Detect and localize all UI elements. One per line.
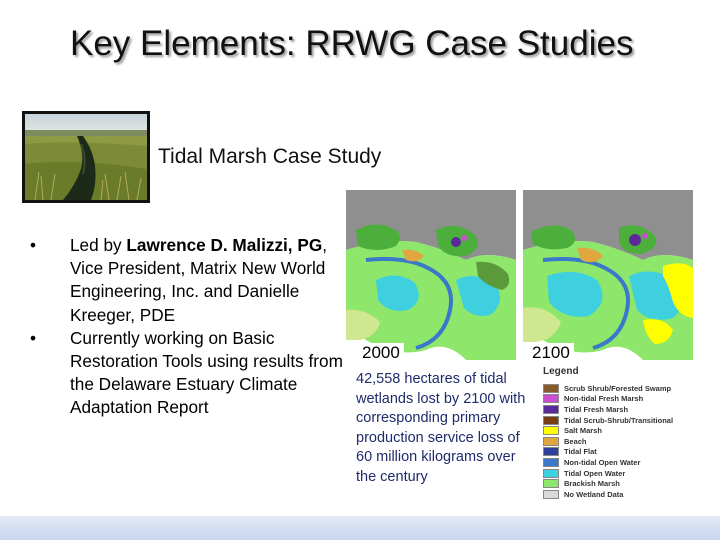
legend-label: Scrub Shrub/Forested Swamp	[564, 383, 672, 393]
legend-item: Beach	[543, 436, 693, 447]
bullet-list: • Led by Lawrence D. Malizzi, PG, Vice P…	[30, 234, 360, 420]
legend-label: Non-tidal Open Water	[564, 457, 641, 467]
legend-label: Tidal Flat	[564, 447, 597, 457]
legend-swatch	[543, 468, 559, 478]
legend-item: Brackish Marsh	[543, 478, 693, 489]
map-legend: Legend Scrub Shrub/Forested Swamp Non-tid…	[543, 366, 693, 500]
legend-item: Non-tidal Open Water	[543, 457, 693, 468]
legend-label: Brackish Marsh	[564, 479, 620, 489]
legend-swatch	[543, 394, 559, 404]
bullet-marker: •	[30, 327, 37, 348]
legend-swatch	[543, 489, 559, 499]
legend-item: Tidal Flat	[543, 447, 693, 458]
wetland-loss-text: 42,558 hectares of tidal wetlands lost b…	[356, 371, 526, 485]
legend-swatch	[543, 457, 559, 467]
legend-item: Salt Marsh	[543, 425, 693, 436]
bullet-item: • Led by Lawrence D. Malizzi, PG, Vice P…	[30, 234, 360, 327]
legend-swatch	[543, 426, 559, 436]
wetland-map-2100	[523, 190, 693, 360]
legend-label: Beach	[564, 436, 587, 446]
map-year-2000: 2000	[358, 343, 404, 363]
footer-band	[0, 516, 720, 540]
wetland-map-2000	[346, 190, 516, 360]
legend-label: Non-tidal Fresh Marsh	[564, 394, 644, 404]
legend-item: Tidal Open Water	[543, 468, 693, 479]
legend-swatch	[543, 404, 559, 414]
legend-item: Tidal Fresh Marsh	[543, 404, 693, 415]
map-year-2100: 2100	[528, 343, 574, 363]
bullet-marker: •	[30, 235, 37, 255]
marsh-photo	[22, 111, 150, 203]
bullet-text: Currently working on Basic Restoration T…	[70, 327, 343, 418]
case-study-subtitle: Tidal Marsh Case Study	[158, 145, 382, 168]
legend-label: Tidal Open Water	[564, 468, 626, 478]
bullet-text: Led by	[70, 235, 127, 255]
legend-swatch	[543, 415, 559, 425]
legend-item: Tidal Scrub-Shrub/Transitional	[543, 415, 693, 426]
legend-swatch	[543, 436, 559, 446]
legend-swatch	[543, 479, 559, 489]
legend-item: No Wetland Data	[543, 489, 693, 500]
legend-label: No Wetland Data	[564, 489, 624, 499]
legend-label: Tidal Fresh Marsh	[564, 404, 629, 414]
legend-item: Non-tidal Fresh Marsh	[543, 394, 693, 405]
legend-title: Legend	[543, 366, 579, 377]
legend-label: Salt Marsh	[564, 426, 602, 436]
legend-swatch	[543, 383, 559, 393]
legend-item: Scrub Shrub/Forested Swamp	[543, 383, 693, 394]
bullet-text-bold: Lawrence D. Malizzi, PG	[126, 235, 323, 255]
slide-title: Key Elements: RRWG Case Studies	[70, 24, 634, 63]
legend-swatch	[543, 447, 559, 457]
bullet-item: • Currently working on Basic Restoration…	[30, 327, 360, 420]
legend-label: Tidal Scrub-Shrub/Transitional	[564, 415, 674, 425]
